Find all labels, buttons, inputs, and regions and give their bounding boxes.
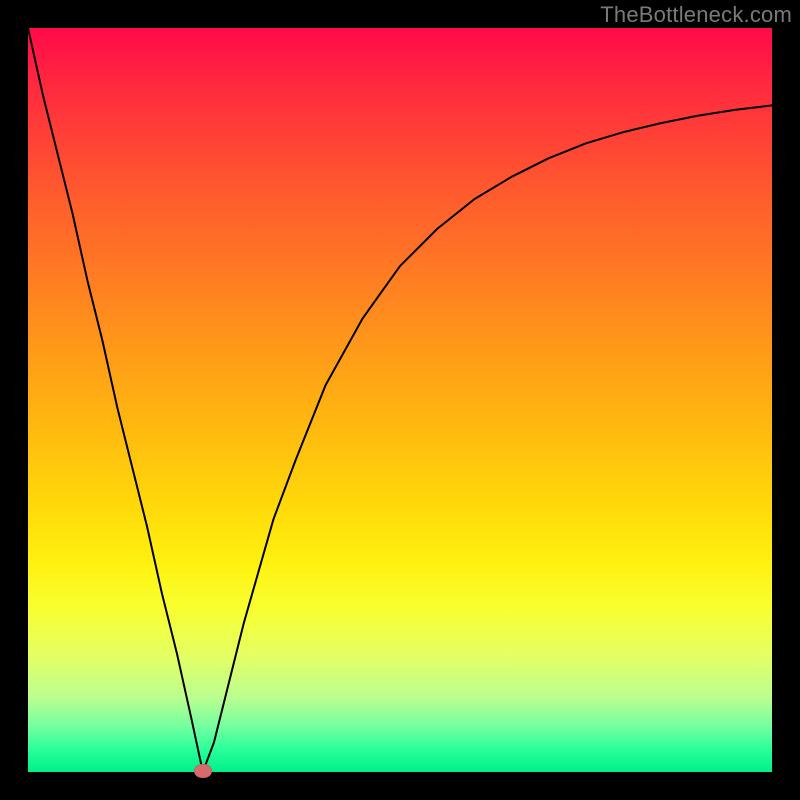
watermark-text: TheBottleneck.com — [600, 2, 792, 28]
optimum-marker — [194, 764, 212, 778]
chart-frame: TheBottleneck.com — [0, 0, 800, 800]
bottleneck-curve — [28, 28, 772, 772]
